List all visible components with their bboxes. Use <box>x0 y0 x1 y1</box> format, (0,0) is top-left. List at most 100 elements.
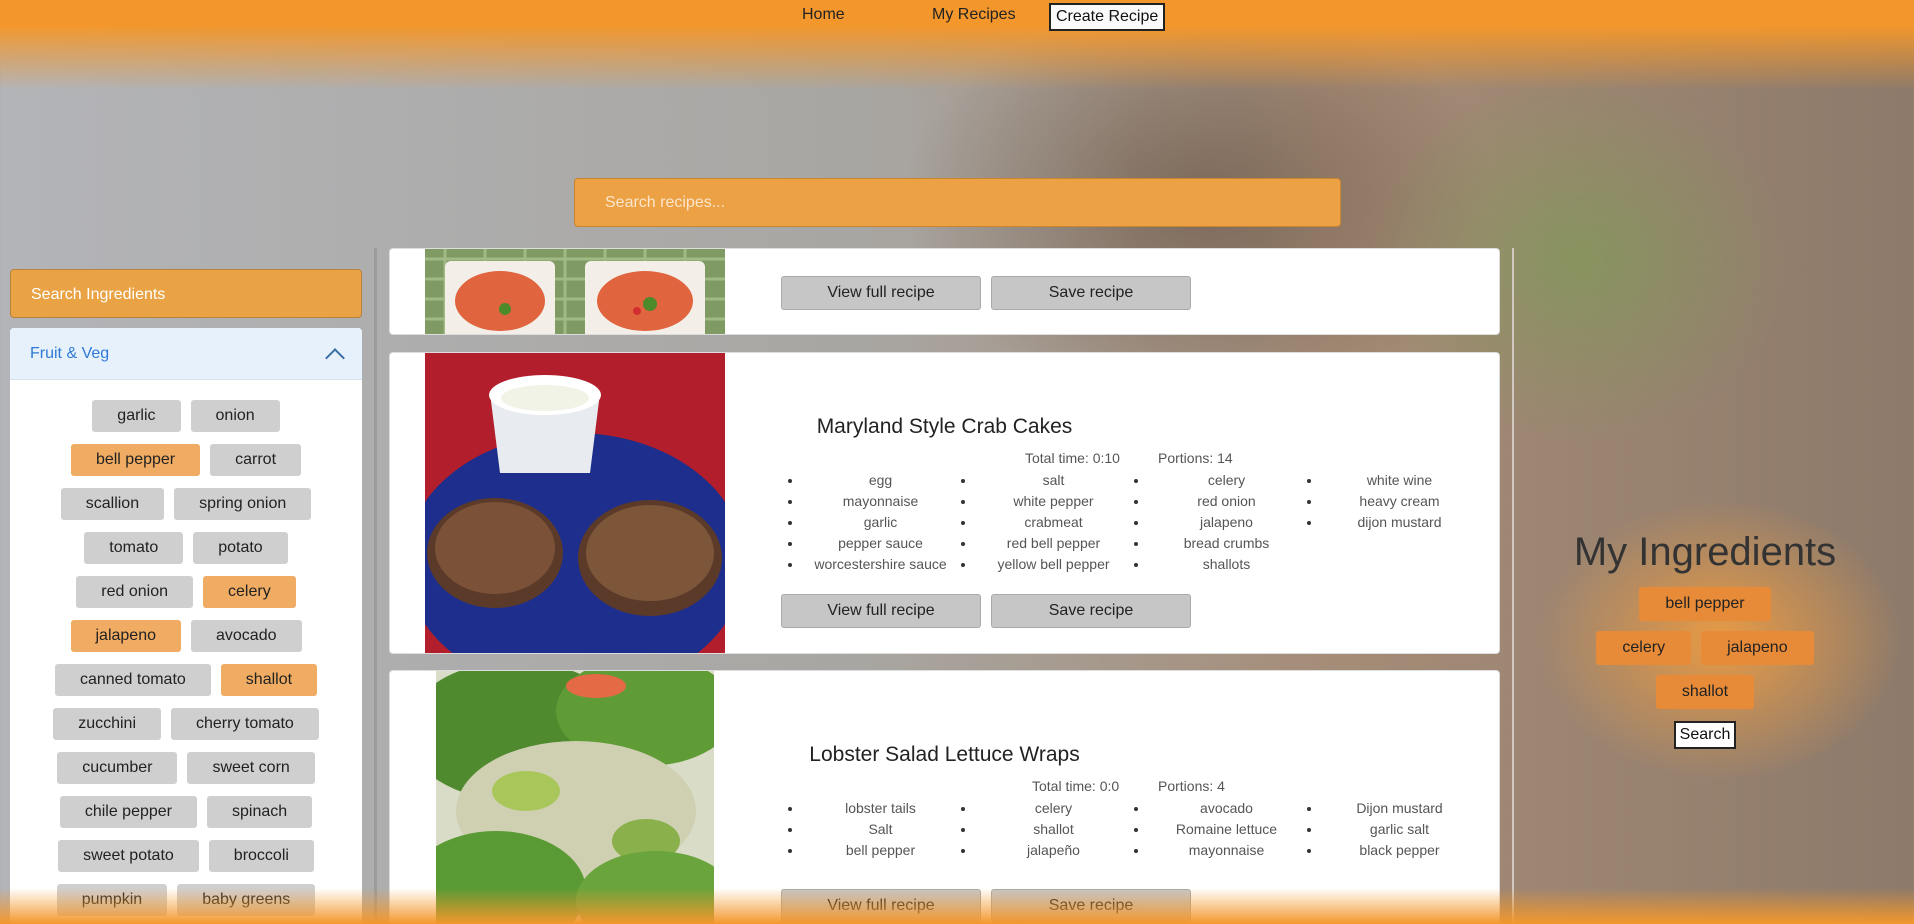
ingredient-column: celeryshallotjalapeño <box>958 798 1131 861</box>
ingredient-chip[interactable]: chile pepper <box>59 796 197 828</box>
ingredient-item: avocado <box>1149 798 1304 819</box>
ingredient-item: red bell pepper <box>976 533 1131 554</box>
recipe-image <box>425 249 725 334</box>
ingredient-item: red onion <box>1149 491 1304 512</box>
ingredient-item: shallot <box>976 819 1131 840</box>
recipe-portions: Portions: 14 <box>1158 450 1233 466</box>
ingredient-item: Salt <box>803 819 958 840</box>
ingredient-chip[interactable]: baby greens <box>177 884 316 916</box>
ingredient-chip[interactable]: carrot <box>210 444 302 476</box>
ingredient-item: Dijon mustard <box>1322 798 1477 819</box>
ingredient-chip[interactable]: bell pepper <box>70 444 201 476</box>
search-ingredients-field[interactable]: Search Ingredients <box>10 269 362 318</box>
ingredient-chip[interactable]: scallion <box>60 488 165 520</box>
ingredient-item: pepper sauce <box>803 533 958 554</box>
recipe-title: Lobster Salad Lettuce Wraps <box>809 743 1080 766</box>
ingredient-columns: lobster tailsSaltbell pepperceleryshallo… <box>785 798 1477 861</box>
save-recipe-button[interactable]: Save recipe <box>991 594 1191 628</box>
ingredient-item: bread crumbs <box>1149 533 1304 554</box>
ingredient-item: celery <box>1149 470 1304 491</box>
recipe-card: View full recipe Save recipe <box>389 248 1500 335</box>
view-recipe-button[interactable]: View full recipe <box>781 889 981 923</box>
ingredient-item: white pepper <box>976 491 1131 512</box>
ingredient-item: black pepper <box>1322 840 1477 861</box>
my-ingredient-chip[interactable]: celery <box>1596 631 1692 665</box>
save-recipe-button[interactable]: Save recipe <box>991 889 1191 923</box>
ingredient-chip[interactable]: tomato <box>84 532 184 564</box>
ingredient-item: mayonnaise <box>1149 840 1304 861</box>
ingredient-column: white wineheavy creamdijon mustard <box>1304 470 1477 575</box>
my-ingredient-chip[interactable]: shallot <box>1655 675 1755 709</box>
chevron-up-icon[interactable] <box>325 347 345 368</box>
ingredient-item: garlic <box>803 512 958 533</box>
view-recipe-button[interactable]: View full recipe <box>781 594 981 628</box>
ingredient-item: white wine <box>1322 470 1477 491</box>
my-ingredient-list: bell pepper celery jalapeno shallot <box>1560 587 1850 709</box>
ingredient-chip[interactable]: avocado <box>191 620 302 652</box>
ingredient-item: garlic salt <box>1322 819 1477 840</box>
ingredient-item: worcestershire sauce <box>803 554 958 575</box>
category-panel: Fruit & Veg garlic onion bell pepper carrot… <box>10 328 362 924</box>
ingredient-item: jalapeno <box>1149 512 1304 533</box>
ingredient-item: mayonnaise <box>803 491 958 512</box>
ingredient-item: heavy cream <box>1322 491 1477 512</box>
ingredient-column: lobster tailsSaltbell pepper <box>785 798 958 861</box>
ingredient-column: celeryred onionjalapenobread crumbsshall… <box>1131 470 1304 575</box>
recipe-portions: Portions: 4 <box>1158 778 1225 794</box>
ingredient-column: saltwhite peppercrabmeatred bell peppery… <box>958 470 1131 575</box>
ingredient-chip[interactable]: spinach <box>207 796 313 828</box>
ingredient-chip[interactable]: cherry tomato <box>171 708 319 740</box>
recipe-image <box>425 353 725 653</box>
ingredient-chip[interactable]: canned tomato <box>54 664 211 696</box>
ingredient-chip[interactable]: sweet corn <box>187 752 315 784</box>
ingredient-item: crabmeat <box>976 512 1131 533</box>
my-ingredient-chip[interactable]: bell pepper <box>1639 587 1771 621</box>
recipe-total-time: Total time: 0:10 <box>1025 450 1120 466</box>
create-recipe-button[interactable]: Create Recipe <box>1049 3 1166 31</box>
ingredient-item: celery <box>976 798 1131 819</box>
panel-divider <box>1512 248 1514 924</box>
view-recipe-button[interactable]: View full recipe <box>781 276 981 310</box>
recipe-image <box>436 671 714 924</box>
ingredient-chip[interactable]: zucchini <box>53 708 161 740</box>
ingredient-chip[interactable]: jalapeno <box>70 620 181 652</box>
ingredient-columns: eggmayonnaisegarlicpepper sauceworcester… <box>785 470 1477 575</box>
recipe-card: Maryland Style Crab Cakes Total time: 0:… <box>389 352 1500 654</box>
ingredient-item: jalapeño <box>976 840 1131 861</box>
recipe-card: Lobster Salad Lettuce Wraps Total time: … <box>389 670 1500 924</box>
ingredient-item: salt <box>976 470 1131 491</box>
nav-home-link[interactable]: Home <box>802 6 845 24</box>
nav-my-recipes-link[interactable]: My Recipes <box>932 6 1016 24</box>
my-ingredients-panel: My Ingredients bell pepper celery jalapeno… <box>1560 530 1850 749</box>
ingredient-item: egg <box>803 470 958 491</box>
ingredient-chip[interactable]: shallot <box>220 664 318 696</box>
ingredient-chip[interactable]: garlic <box>92 400 181 432</box>
ingredient-item: shallots <box>1149 554 1304 575</box>
ingredient-item: dijon mustard <box>1322 512 1477 533</box>
my-ingredient-chip[interactable]: jalapeno <box>1701 631 1814 665</box>
recipe-search-input[interactable] <box>574 178 1341 227</box>
recipe-total-time: Total time: 0:0 <box>1032 778 1120 794</box>
ingredient-sidebar: Search Ingredients Fruit & Veg garlic oni… <box>10 269 362 924</box>
category-header[interactable]: Fruit & Veg <box>10 328 362 380</box>
ingredient-chip[interactable]: broccoli <box>208 840 314 872</box>
my-ingredients-title: My Ingredients <box>1573 530 1837 574</box>
ingredient-column: eggmayonnaisegarlicpepper sauceworcester… <box>785 470 958 575</box>
top-nav: Home My Recipes Create Recipe <box>0 0 1914 34</box>
category-title: Fruit & Veg <box>30 344 110 362</box>
ingredient-chip[interactable]: potato <box>193 532 288 564</box>
ingredient-chip[interactable]: cucumber <box>57 752 178 784</box>
save-recipe-button[interactable]: Save recipe <box>991 276 1191 310</box>
left-scrollbar[interactable] <box>374 248 377 924</box>
my-ingredients-search-button[interactable]: Search <box>1673 721 1737 749</box>
ingredient-chip[interactable]: pumpkin <box>56 884 168 916</box>
ingredient-column: avocadoRomaine lettucemayonnaise <box>1131 798 1304 861</box>
ingredient-chip[interactable]: celery <box>203 576 296 608</box>
ingredient-chip[interactable]: red onion <box>76 576 194 608</box>
ingredient-chip[interactable]: sweet potato <box>58 840 199 872</box>
ingredient-chip-list: garlic onion bell pepper carrot scallion spri… <box>10 380 362 924</box>
ingredient-chip[interactable]: onion <box>190 400 280 432</box>
ingredient-item: lobster tails <box>803 798 958 819</box>
ingredient-chip[interactable]: spring onion <box>174 488 312 520</box>
ingredient-item: Romaine lettuce <box>1149 819 1304 840</box>
